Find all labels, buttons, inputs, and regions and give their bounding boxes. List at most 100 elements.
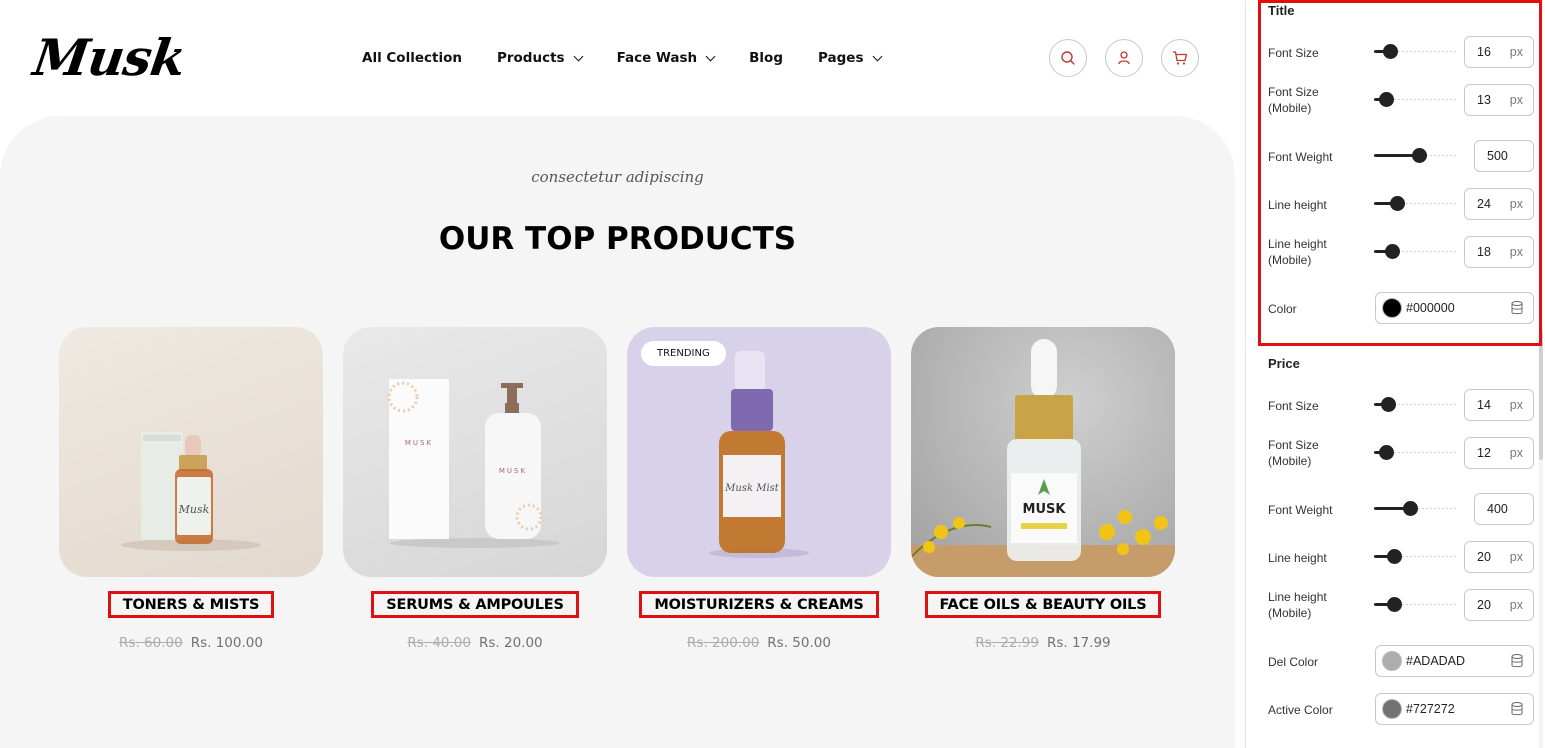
site-logo[interactable]: Musk xyxy=(30,28,189,87)
price-current: Rs. 50.00 xyxy=(767,635,831,651)
slider-knob[interactable] xyxy=(1389,196,1405,211)
setting-label: Line height xyxy=(1268,551,1327,565)
slider-knob[interactable] xyxy=(1386,549,1402,564)
nav-products[interactable]: Products xyxy=(497,50,584,66)
number-input[interactable]: 500 xyxy=(1474,140,1534,172)
slider-knob[interactable] xyxy=(1383,44,1399,59)
setting-label: Line height (Mobile) xyxy=(1268,590,1327,620)
slider-track[interactable] xyxy=(1374,244,1456,259)
cart-button[interactable] xyxy=(1161,39,1199,77)
slider-knob[interactable] xyxy=(1380,397,1396,412)
slider-track[interactable] xyxy=(1374,92,1456,107)
slider-knob[interactable] xyxy=(1379,92,1395,107)
product-title[interactable]: FACE OILS & BEAUTY OILS xyxy=(924,591,1162,618)
number-input[interactable]: 24 px xyxy=(1464,188,1534,220)
search-button[interactable] xyxy=(1049,39,1087,77)
section-subtitle: consectetur adipiscing xyxy=(531,168,704,186)
database-icon[interactable] xyxy=(1511,654,1523,668)
color-swatch[interactable] xyxy=(1382,699,1402,719)
number-input[interactable]: 13 px xyxy=(1464,84,1534,116)
color-picker[interactable]: #727272 xyxy=(1375,693,1534,725)
trending-badge: TRENDING xyxy=(641,341,726,366)
panel-scroll-thumb[interactable] xyxy=(1539,330,1543,460)
number-input[interactable]: 20 px xyxy=(1464,541,1534,573)
setting-label: Del Color xyxy=(1268,655,1319,669)
nav-label: Pages xyxy=(818,50,864,66)
main-nav: All Collection Products Face Wash Blog P… xyxy=(362,50,916,66)
price-font-size-mobile-row: Font Size (Mobile) 12 px xyxy=(1268,437,1534,469)
color-picker[interactable]: #000000 xyxy=(1375,292,1534,324)
nav-all-collection[interactable]: All Collection xyxy=(362,50,462,66)
price-old: Rs. 22.99 xyxy=(975,635,1039,651)
setting-label: Color xyxy=(1268,302,1297,316)
product-title[interactable]: SERUMS & AMPOULES xyxy=(371,591,579,618)
slider-knob[interactable] xyxy=(1412,148,1428,163)
nav-blog[interactable]: Blog xyxy=(749,50,783,66)
title-font-size-row: Font Size 16 px xyxy=(1268,36,1534,68)
price-current: Rs. 100.00 xyxy=(190,635,263,651)
product-card[interactable]: Musk TONERS & MISTS Rs. 60.00 Rs. 100.00 xyxy=(59,327,323,651)
setting-label: Active Color xyxy=(1268,703,1333,717)
number-input[interactable]: 14 px xyxy=(1464,389,1534,421)
slider-track[interactable] xyxy=(1374,597,1456,612)
product-card[interactable]: MUSK FACE OILS & BEAUTY OILS Rs. 22.99 Rs… xyxy=(911,327,1175,651)
nav-face-wash[interactable]: Face Wash xyxy=(616,50,716,66)
setting-label: Font Weight xyxy=(1268,503,1333,517)
number-input[interactable]: 12 px xyxy=(1464,437,1534,469)
setting-label: Font Size (Mobile) xyxy=(1268,85,1319,115)
slider-knob[interactable] xyxy=(1385,244,1401,259)
slider-track[interactable] xyxy=(1374,148,1456,163)
product-image[interactable]: MUSK xyxy=(911,327,1175,577)
product-image[interactable]: Musk Mist TRENDING xyxy=(627,327,891,577)
product-card[interactable]: MUSK MUSK SERUMS & AMPOULES Rs. 40.00 Rs.… xyxy=(343,327,607,651)
product-title[interactable]: TONERS & MISTS xyxy=(107,591,275,618)
title-font-size-mobile-row: Font Size (Mobile) 13 px xyxy=(1268,84,1534,116)
color-swatch[interactable] xyxy=(1382,651,1402,671)
product-image-art: MUSK MUSK xyxy=(387,379,560,548)
title-font-weight-row: Font Weight 500 xyxy=(1268,140,1534,172)
slider-track[interactable] xyxy=(1374,397,1456,412)
database-icon[interactable] xyxy=(1511,702,1523,716)
slider-knob[interactable] xyxy=(1386,597,1402,612)
nav-label: Face Wash xyxy=(616,50,698,66)
price-old: Rs. 40.00 xyxy=(407,635,471,651)
number-input[interactable]: 20 px xyxy=(1464,589,1534,621)
slider-knob[interactable] xyxy=(1403,501,1419,516)
slider-track[interactable] xyxy=(1374,501,1456,516)
slider-knob[interactable] xyxy=(1379,445,1395,460)
setting-label: Line height xyxy=(1268,198,1327,212)
chevron-down-icon xyxy=(705,51,716,61)
database-icon[interactable] xyxy=(1511,301,1523,315)
site-header: Musk All Collection Products Face Wash B… xyxy=(0,0,1235,116)
svg-text:MUSK: MUSK xyxy=(1023,502,1067,517)
number-input[interactable]: 18 px xyxy=(1464,236,1534,268)
product-prices: Rs. 60.00 Rs. 100.00 xyxy=(59,635,323,651)
product-title[interactable]: MOISTURIZERS & CREAMS xyxy=(639,591,879,618)
color-picker[interactable]: #ADADAD xyxy=(1375,645,1534,677)
product-card[interactable]: Musk Mist TRENDING MOISTURIZERS & CREAMS… xyxy=(627,327,891,651)
product-image-art: MUSK xyxy=(911,339,1175,577)
product-image[interactable]: MUSK MUSK xyxy=(343,327,607,577)
number-input[interactable]: 400 xyxy=(1474,493,1534,525)
slider-track[interactable] xyxy=(1374,445,1456,460)
title-color-row: Color #000000 xyxy=(1268,292,1534,324)
number-input[interactable]: 16 px xyxy=(1464,36,1534,68)
top-products-section: consectetur adipiscing OUR TOP PRODUCTS … xyxy=(0,116,1235,748)
product-image[interactable]: Musk xyxy=(59,327,323,577)
slider-track[interactable] xyxy=(1374,196,1456,211)
account-button[interactable] xyxy=(1105,39,1143,77)
nav-label: Blog xyxy=(749,50,783,66)
price-font-size-row: Font Size 14 px xyxy=(1268,389,1534,421)
slider-track[interactable] xyxy=(1374,44,1456,59)
color-hex: #ADADAD xyxy=(1406,654,1466,668)
slider-track[interactable] xyxy=(1374,549,1456,564)
title-line-height-mobile-row: Line height (Mobile) 18 px xyxy=(1268,236,1534,268)
settings-panel: Title Font Size 16 px Font Size (Mobile) … xyxy=(1245,0,1545,748)
product-prices: Rs. 40.00 Rs. 20.00 xyxy=(343,635,607,651)
setting-label: Line height (Mobile) xyxy=(1268,237,1327,267)
product-prices: Rs. 22.99 Rs. 17.99 xyxy=(911,635,1175,651)
color-swatch[interactable] xyxy=(1382,298,1402,318)
nav-pages[interactable]: Pages xyxy=(818,50,882,66)
title-group-label: Title xyxy=(1268,3,1295,18)
svg-text:Musk: Musk xyxy=(178,503,210,516)
